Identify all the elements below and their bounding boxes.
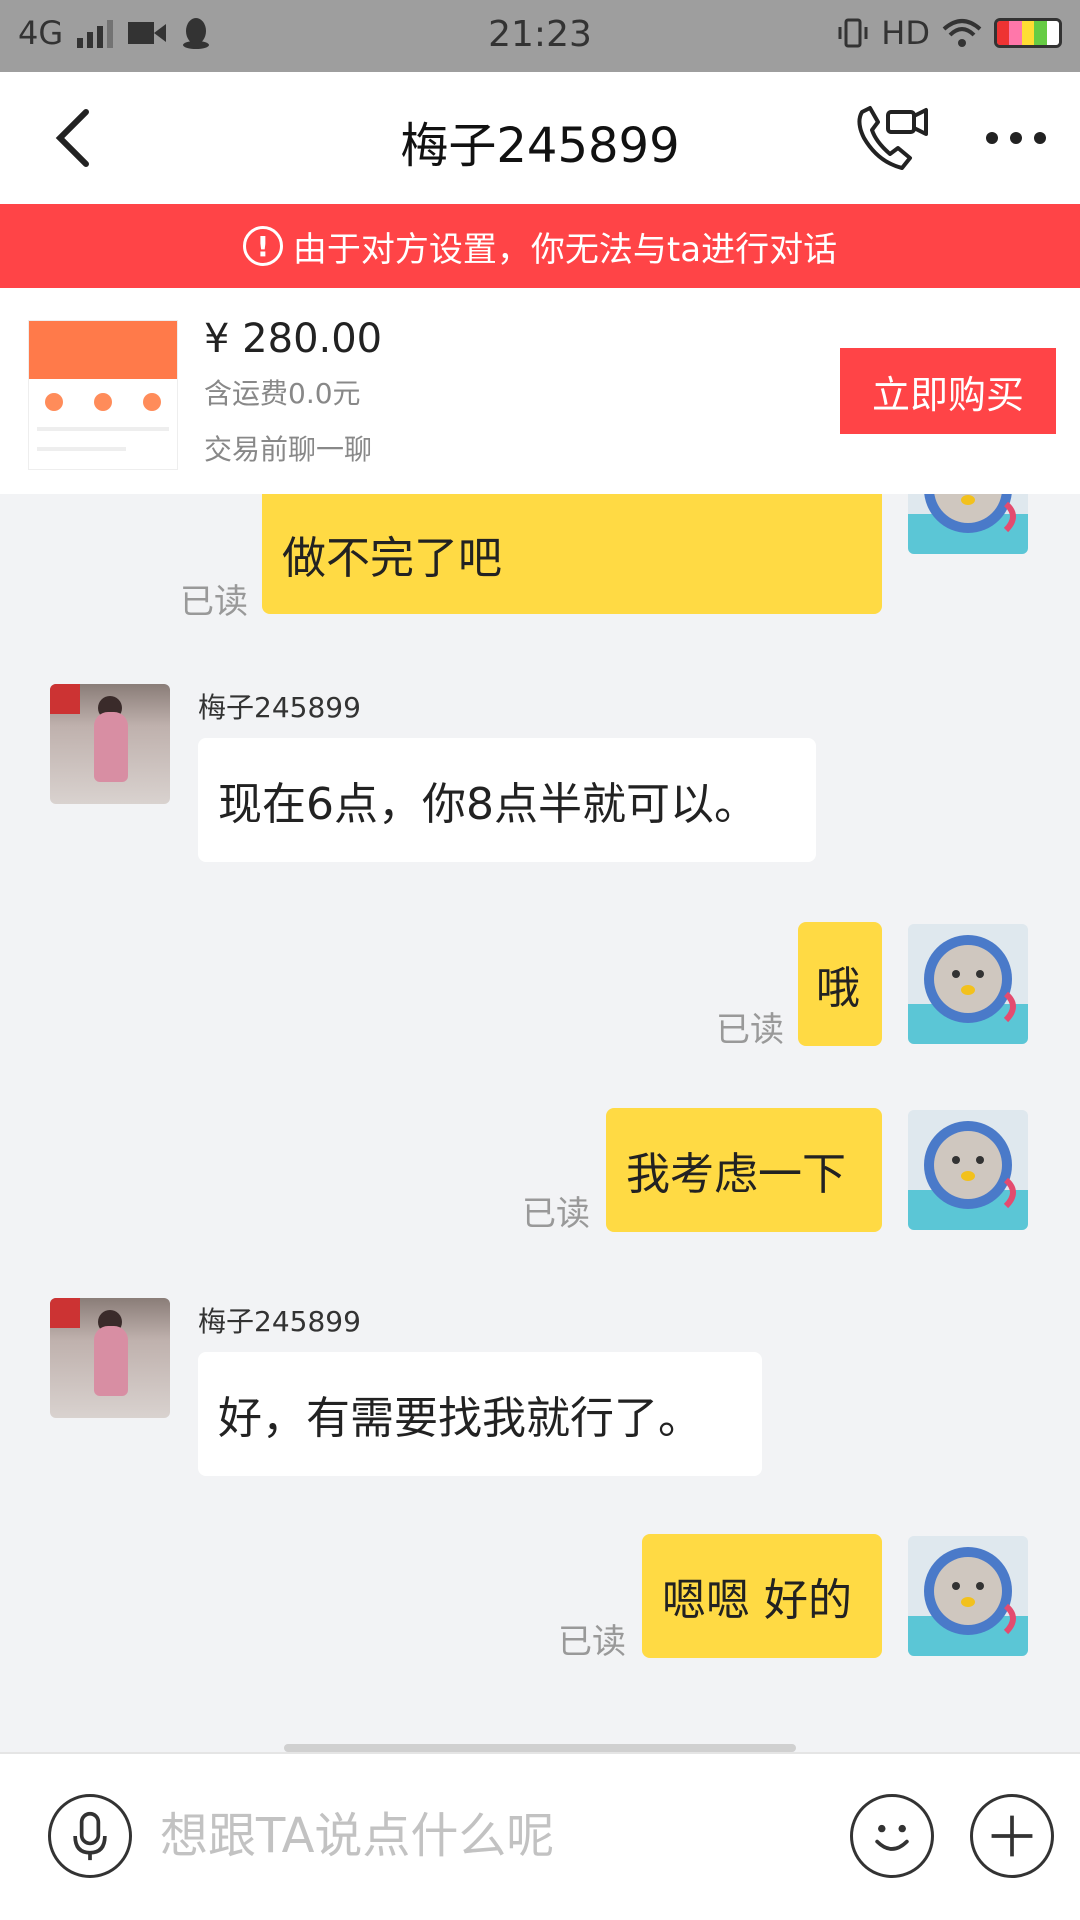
restriction-banner: ! 由于对方设置，你无法与ta进行对话 — [0, 204, 1080, 288]
read-receipt: 已读 — [558, 1622, 626, 1662]
scroll-indicator — [284, 1744, 796, 1752]
sender-name: 梅子245899 — [198, 691, 361, 724]
battery-icon — [994, 18, 1062, 48]
message-text: 我考虑一下 — [626, 1149, 846, 1200]
banner-text: 由于对方设置，你无法与ta进行对话 — [292, 229, 838, 270]
status-right: HD — [837, 14, 1062, 52]
read-receipt: 已读 — [716, 1010, 784, 1050]
my-message-bubble[interactable]: 哦 — [798, 922, 882, 1046]
my-message-bubble[interactable]: 嗯嗯 好的 — [642, 1534, 882, 1658]
warning-icon: ! — [242, 226, 283, 266]
read-receipt: 已读 — [180, 582, 248, 622]
emoji-icon[interactable] — [850, 1794, 934, 1878]
their-message-bubble[interactable]: 现在6点，你8点半就可以。 — [198, 738, 816, 862]
my-message-bubble[interactable]: 做不完了吧 — [262, 494, 882, 614]
contact-avatar[interactable] — [50, 684, 170, 804]
product-card[interactable]: ¥ 280.00 含运费0.0元 交易前聊一聊 立即购买 — [0, 288, 1080, 494]
my-avatar[interactable] — [908, 1110, 1028, 1230]
my-avatar[interactable] — [908, 494, 1028, 554]
my-avatar[interactable] — [908, 1536, 1028, 1656]
product-thumbnail[interactable] — [28, 320, 178, 470]
message-text: 现在6点，你8点半就可以。 — [218, 779, 758, 830]
status-bar: 4G 21:23 HD — [0, 0, 1080, 72]
chat-header: 梅子245899 — [0, 72, 1080, 204]
message-input[interactable] — [160, 1794, 800, 1878]
contact-avatar[interactable] — [50, 1298, 170, 1418]
my-avatar[interactable] — [908, 924, 1028, 1044]
wifi-icon — [942, 19, 982, 47]
microphone-icon[interactable] — [48, 1794, 132, 1878]
message-text: 做不完了吧 — [282, 533, 502, 584]
add-attachment-icon[interactable] — [970, 1794, 1054, 1878]
their-message-bubble[interactable]: 好，有需要找我就行了。 — [198, 1352, 762, 1476]
hd-label: HD — [881, 14, 930, 52]
message-text: 哦 — [816, 963, 860, 1014]
read-receipt: 已读 — [522, 1194, 590, 1234]
message-text: 嗯嗯 好的 — [662, 1575, 852, 1626]
product-price: ¥ 280.00 — [204, 316, 383, 362]
call-icon[interactable] — [852, 102, 932, 174]
message-list[interactable]: 做不完了吧 已读 梅子245899 现在6点，你8点半就可以。 已读 哦 已读 … — [0, 494, 1080, 1752]
message-text: 好，有需要找我就行了。 — [218, 1393, 702, 1444]
composer-bar — [0, 1752, 1080, 1920]
my-message-bubble[interactable]: 我考虑一下 — [606, 1108, 882, 1232]
more-options-icon[interactable] — [984, 128, 1048, 148]
vibrate-icon — [838, 18, 868, 48]
sender-name: 梅子245899 — [198, 1305, 361, 1338]
shipping-info: 含运费0.0元 — [204, 377, 361, 410]
chat-hint: 交易前聊一聊 — [204, 433, 373, 466]
buy-now-button[interactable]: 立即购买 — [840, 348, 1056, 434]
